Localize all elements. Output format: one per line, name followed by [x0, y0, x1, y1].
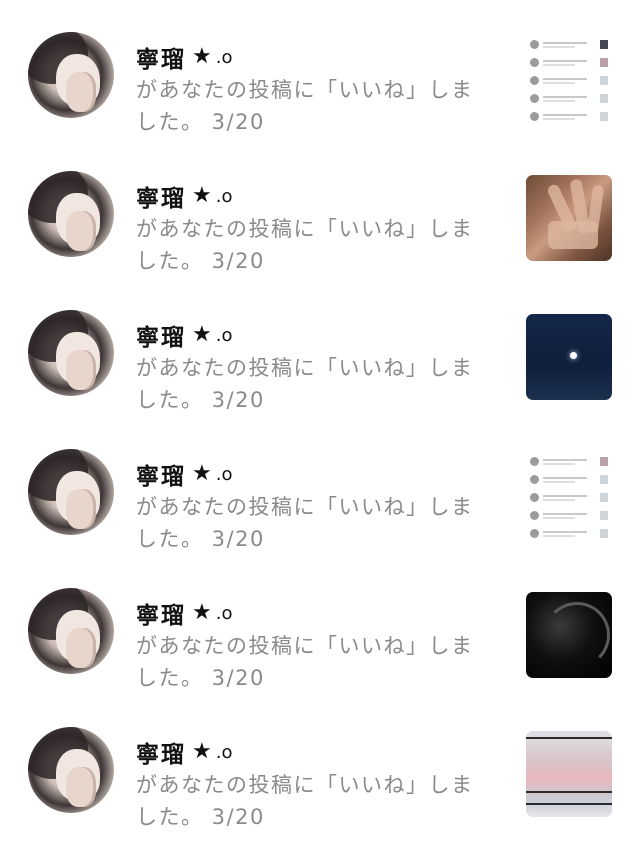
post-thumbnail[interactable] — [526, 36, 612, 122]
name-decoration: .o — [215, 463, 233, 485]
post-thumbnail[interactable] — [526, 175, 612, 261]
user-avatar[interactable] — [28, 32, 114, 118]
name-decoration: .o — [215, 741, 233, 763]
user-avatar[interactable] — [28, 449, 114, 535]
star-icon: ★ — [192, 322, 212, 347]
thumb-detail — [526, 803, 612, 805]
thumb-detail — [544, 602, 610, 668]
thumb-detail — [526, 737, 612, 739]
avatar-hand — [66, 211, 96, 251]
user-avatar[interactable] — [28, 310, 114, 396]
user-name[interactable]: 寧瑠 — [136, 457, 186, 491]
notification-item[interactable]: 寧瑠 ★ .o があなたの投稿に「いいね」しました。 3/20 — [0, 439, 640, 559]
user-name[interactable]: 寧瑠 — [136, 318, 186, 352]
thumb-detail — [530, 529, 608, 539]
user-avatar[interactable] — [28, 171, 114, 257]
name-line: 寧瑠 ★ .o — [136, 735, 232, 769]
notification-message: があなたの投稿に「いいね」しました。 3/20 — [136, 217, 474, 273]
thumb-detail — [530, 76, 608, 86]
thumb-detail — [530, 94, 608, 104]
notification-message: があなたの投稿に「いいね」しました。 3/20 — [136, 773, 474, 829]
user-name[interactable]: 寧瑠 — [136, 735, 186, 769]
name-decoration: .o — [215, 602, 233, 624]
notification-item[interactable]: 寧瑠 ★ .o があなたの投稿に「いいね」しました。 3/20 — [0, 161, 640, 281]
user-avatar[interactable] — [28, 727, 114, 813]
moon-dot — [570, 352, 577, 359]
thumb-detail — [530, 112, 608, 122]
name-line: 寧瑠 ★ .o — [136, 179, 232, 213]
name-line: 寧瑠 ★ .o — [136, 457, 232, 491]
user-name[interactable]: 寧瑠 — [136, 179, 186, 213]
notification-message: があなたの投稿に「いいね」しました。 3/20 — [136, 78, 474, 134]
thumb-detail — [530, 58, 608, 68]
notification-message: があなたの投稿に「いいね」しました。 3/20 — [136, 634, 474, 690]
thumb-detail — [530, 475, 608, 485]
post-thumbnail[interactable] — [526, 453, 612, 539]
name-line: 寧瑠 ★ .o — [136, 40, 232, 74]
post-thumbnail[interactable] — [526, 314, 612, 400]
thumb-detail — [530, 493, 608, 503]
thumb-detail — [530, 457, 608, 467]
post-thumbnail[interactable] — [526, 731, 612, 817]
star-icon: ★ — [192, 44, 212, 69]
notification-item[interactable]: 寧瑠 ★ .o があなたの投稿に「いいね」しました。 3/20 — [0, 717, 640, 837]
star-icon: ★ — [192, 739, 212, 764]
notification-message: があなたの投稿に「いいね」しました。 3/20 — [136, 495, 474, 551]
name-decoration: .o — [215, 324, 233, 346]
avatar-hand — [66, 767, 96, 807]
name-line: 寧瑠 ★ .o — [136, 318, 232, 352]
name-decoration: .o — [215, 46, 233, 68]
notification-message: があなたの投稿に「いいね」しました。 3/20 — [136, 356, 474, 412]
post-thumbnail[interactable] — [526, 592, 612, 678]
notification-item[interactable]: 寧瑠 ★ .o があなたの投稿に「いいね」しました。 3/20 — [0, 22, 640, 142]
thumb-detail — [526, 791, 612, 793]
avatar-hand — [66, 350, 96, 390]
thumb-detail — [530, 511, 608, 521]
avatar-hand — [66, 72, 96, 112]
user-name[interactable]: 寧瑠 — [136, 40, 186, 74]
thumb-detail — [530, 40, 608, 50]
notification-item[interactable]: 寧瑠 ★ .o があなたの投稿に「いいね」しました。 3/20 — [0, 578, 640, 698]
name-decoration: .o — [215, 185, 233, 207]
user-name[interactable]: 寧瑠 — [136, 596, 186, 630]
thumb-detail — [548, 221, 598, 249]
user-avatar[interactable] — [28, 588, 114, 674]
avatar-hand — [66, 489, 96, 529]
star-icon: ★ — [192, 600, 212, 625]
name-line: 寧瑠 ★ .o — [136, 596, 232, 630]
star-icon: ★ — [192, 183, 212, 208]
notification-list: 寧瑠 ★ .o があなたの投稿に「いいね」しました。 3/20 寧瑠 ★ .o … — [0, 0, 640, 853]
star-icon: ★ — [192, 461, 212, 486]
notification-item[interactable]: 寧瑠 ★ .o があなたの投稿に「いいね」しました。 3/20 — [0, 300, 640, 420]
avatar-hand — [66, 628, 96, 668]
